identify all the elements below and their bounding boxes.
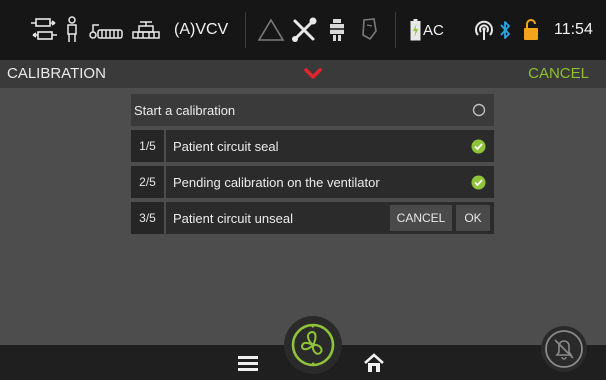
unlocked-padlock-icon[interactable]	[520, 0, 542, 60]
clock: 11:54	[554, 21, 593, 38]
ventilation-mode-icon[interactable]	[27, 0, 61, 60]
title-bar: CALIBRATION CANCEL	[0, 60, 606, 88]
ventilation-mode-label: (A)VCV	[174, 21, 229, 38]
step-ok-button[interactable]: OK	[456, 205, 490, 231]
status-divider	[245, 12, 246, 48]
ventilation-start-icon	[290, 322, 336, 368]
battery-charging-icon	[409, 0, 421, 60]
step-cancel-button[interactable]: CANCEL	[390, 205, 452, 231]
step-label: Patient circuit seal	[173, 138, 279, 154]
calibration-step-row: 3/5 Patient circuit unseal CANCEL OK	[131, 202, 494, 234]
patient-adult-icon[interactable]	[64, 0, 80, 60]
home-icon[interactable]	[360, 351, 388, 375]
bluetooth-icon[interactable]	[497, 0, 513, 60]
ventilation-start-button[interactable]	[284, 316, 342, 374]
calibration-step-row: 2/5 Pending calibration on the ventilato…	[131, 166, 494, 198]
alarm-silence-button[interactable]	[541, 326, 587, 372]
tools-icon[interactable]	[287, 0, 321, 60]
page-title: CALIBRATION	[7, 65, 106, 82]
chevron-down-icon[interactable]	[301, 60, 325, 88]
title-cancel-button[interactable]: CANCEL	[528, 60, 589, 88]
mask-icon[interactable]	[354, 0, 384, 60]
step-label: Patient circuit unseal	[173, 210, 293, 226]
circuit-icon[interactable]	[87, 0, 127, 60]
calibration-header-label: Start a calibration	[134, 102, 236, 118]
step-label: Pending calibration on the ventilator	[173, 174, 380, 190]
check-circle-icon	[471, 130, 486, 162]
alarm-triangle-icon[interactable]	[254, 0, 288, 60]
alarm-silence-icon	[544, 329, 584, 369]
wifi-icon[interactable]	[471, 0, 497, 60]
step-number: 3/5	[131, 202, 166, 234]
check-circle-icon	[471, 166, 486, 198]
humidifier-icon[interactable]	[322, 0, 352, 60]
status-bar: (A)VCV AC 11:54	[0, 0, 606, 60]
step-number: 1/5	[131, 130, 166, 162]
calibration-header-row: Start a calibration	[131, 94, 494, 126]
ventilator-screen: (A)VCV AC 11:54 CALIBRATION CANCEL Start…	[0, 0, 606, 380]
power-source-label: AC	[423, 21, 444, 39]
exhalation-valve-icon[interactable]	[128, 0, 164, 60]
status-divider	[395, 12, 396, 48]
radio-icon[interactable]	[472, 94, 486, 126]
menu-icon[interactable]	[236, 352, 260, 374]
calibration-step-row: 1/5 Patient circuit seal	[131, 130, 494, 162]
calibration-panel: Start a calibration 1/5 Patient circuit …	[131, 94, 494, 238]
step-number: 2/5	[131, 166, 166, 198]
